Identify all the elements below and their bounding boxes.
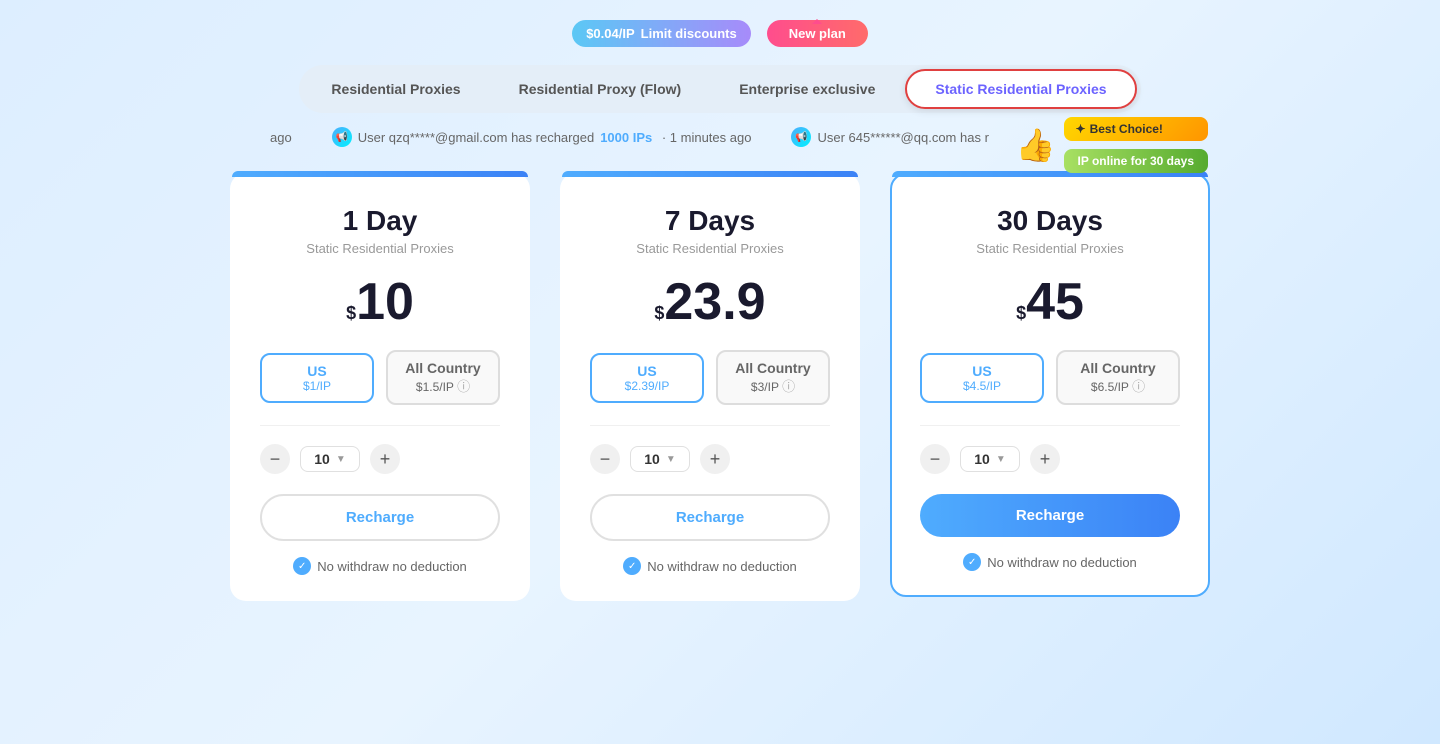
qty-value-7days: 10 xyxy=(644,451,660,467)
no-withdraw-7days: ✓ No withdraw no deduction xyxy=(590,557,830,575)
region-all-price-7days: $3/IP ⓘ xyxy=(732,376,814,395)
price-dollar-7days: $ xyxy=(654,303,664,324)
region-us-name-7days: US xyxy=(606,363,688,379)
region-all-name-7days: All Country xyxy=(732,360,814,376)
plan-subtitle-1day: Static Residential Proxies xyxy=(260,241,500,256)
tab-residential-proxies[interactable]: Residential Proxies xyxy=(303,71,488,107)
price-dollar-1day: $ xyxy=(346,303,356,324)
price-amount-1day: 10 xyxy=(356,276,414,328)
thumb-up-icon: 👍 xyxy=(1016,126,1056,164)
qty-arrow-7days[interactable]: ▼ xyxy=(666,454,676,465)
notif-text-2: User 645******@qq.com has r xyxy=(817,130,988,145)
tab-residential-flow[interactable]: Residential Proxy (Flow) xyxy=(491,71,710,107)
top-badges: $0.04/IP Limit discounts New plan xyxy=(572,20,868,47)
qty-row-30days: − 10 ▼ + xyxy=(920,425,1180,474)
recharge-btn-7days[interactable]: Recharge xyxy=(590,494,830,541)
featured-badges: 👍 ✦ Best Choice! IP online for 30 days xyxy=(1016,117,1208,173)
tab-static-residential[interactable]: Static Residential Proxies xyxy=(905,69,1136,109)
ip-online-badge: IP online for 30 days xyxy=(1064,149,1208,173)
region-row-30days: US $4.5/IP All Country $6.5/IP ⓘ xyxy=(920,350,1180,405)
qty-plus-1day[interactable]: + xyxy=(370,444,400,474)
plan-card-1day: 1 Day Static Residential Proxies $ 10 US… xyxy=(230,173,530,601)
plan-title-7days: 7 Days xyxy=(590,205,830,237)
notif-icon-2: 📢 xyxy=(791,127,811,147)
region-all-7days[interactable]: All Country $3/IP ⓘ xyxy=(716,350,830,405)
notif-item-1: ago xyxy=(270,127,292,147)
featured-badges-inner: 👍 ✦ Best Choice! IP online for 30 days xyxy=(1016,117,1208,173)
plan-price-30days: $ 45 xyxy=(920,276,1180,328)
plan-subtitle-30days: Static Residential Proxies xyxy=(920,241,1180,256)
star-icon: ✦ xyxy=(1076,122,1086,136)
qty-display-30days: 10 ▼ xyxy=(960,446,1020,472)
notif-text-1: User qzq*****@gmail.com has recharged xyxy=(358,130,594,145)
qty-display-7days: 10 ▼ xyxy=(630,446,690,472)
qty-display-1day: 10 ▼ xyxy=(300,446,360,472)
info-icon-7days[interactable]: ⓘ xyxy=(782,379,795,394)
region-all-name-1day: All Country xyxy=(402,360,484,376)
qty-plus-30days[interactable]: + xyxy=(1030,444,1060,474)
plan-card-30days: 👍 ✦ Best Choice! IP online for 30 days 3… xyxy=(890,173,1210,597)
region-all-1day[interactable]: All Country $1.5/IP ⓘ xyxy=(386,350,500,405)
recharge-btn-30days[interactable]: Recharge xyxy=(920,494,1180,537)
new-plan-label: New plan xyxy=(789,26,846,41)
region-us-name-1day: US xyxy=(276,363,358,379)
plan-subtitle-7days: Static Residential Proxies xyxy=(590,241,830,256)
qty-value-1day: 10 xyxy=(314,451,330,467)
qty-row-1day: − 10 ▼ + xyxy=(260,425,500,474)
plan-card-7days: 7 Days Static Residential Proxies $ 23.9… xyxy=(560,173,860,601)
notif-icon-1: 📢 xyxy=(332,127,352,147)
notif-item-2: 📢 User qzq*****@gmail.com has recharged … xyxy=(332,127,752,147)
discount-label: Limit discounts xyxy=(641,26,737,41)
plan-title-30days: 30 Days xyxy=(920,205,1180,237)
region-us-name-30days: US xyxy=(936,363,1028,379)
info-icon-1day[interactable]: ⓘ xyxy=(457,379,470,394)
price-amount-30days: 45 xyxy=(1026,276,1084,328)
region-us-price-7days: $2.39/IP xyxy=(606,379,688,393)
no-withdraw-30days: ✓ No withdraw no deduction xyxy=(920,553,1180,571)
qty-row-7days: − 10 ▼ + xyxy=(590,425,830,474)
no-withdraw-1day: ✓ No withdraw no deduction xyxy=(260,557,500,575)
plan-title-1day: 1 Day xyxy=(260,205,500,237)
qty-minus-1day[interactable]: − xyxy=(260,444,290,474)
plans-container: 1 Day Static Residential Proxies $ 10 US… xyxy=(230,173,1210,601)
best-choice-badge: ✦ Best Choice! xyxy=(1064,117,1208,141)
plan-price-7days: $ 23.9 xyxy=(590,276,830,328)
discount-price: $0.04/IP xyxy=(586,26,634,41)
recharge-btn-1day[interactable]: Recharge xyxy=(260,494,500,541)
qty-minus-7days[interactable]: − xyxy=(590,444,620,474)
tab-enterprise[interactable]: Enterprise exclusive xyxy=(711,71,903,107)
price-amount-7days: 23.9 xyxy=(664,276,765,328)
check-icon-30days: ✓ xyxy=(963,553,981,571)
plan-price-1day: $ 10 xyxy=(260,276,500,328)
region-all-30days[interactable]: All Country $6.5/IP ⓘ xyxy=(1056,350,1180,405)
region-us-price-30days: $4.5/IP xyxy=(936,379,1028,393)
qty-plus-7days[interactable]: + xyxy=(700,444,730,474)
region-us-30days[interactable]: US $4.5/IP xyxy=(920,353,1044,403)
check-icon-7days: ✓ xyxy=(623,557,641,575)
region-all-price-30days: $6.5/IP ⓘ xyxy=(1072,376,1164,395)
qty-arrow-1day[interactable]: ▼ xyxy=(336,454,346,465)
notif-text-ago: ago xyxy=(270,130,292,145)
price-dollar-30days: $ xyxy=(1016,303,1026,324)
notif-item-3: 📢 User 645******@qq.com has r xyxy=(791,127,988,147)
region-us-price-1day: $1/IP xyxy=(276,379,358,393)
badge-stack: ✦ Best Choice! IP online for 30 days xyxy=(1064,117,1208,173)
new-plan-badge[interactable]: New plan xyxy=(767,20,868,47)
discount-badge[interactable]: $0.04/IP Limit discounts xyxy=(572,20,751,47)
notif-highlight-1: 1000 IPs xyxy=(600,130,652,145)
info-icon-30days[interactable]: ⓘ xyxy=(1132,379,1145,394)
region-us-7days[interactable]: US $2.39/IP xyxy=(590,353,704,403)
notif-suffix-1: · 1 minutes ago xyxy=(658,130,751,145)
qty-arrow-30days[interactable]: ▼ xyxy=(996,454,1006,465)
page-wrapper: $0.04/IP Limit discounts New plan Reside… xyxy=(0,0,1440,744)
region-row-7days: US $2.39/IP All Country $3/IP ⓘ xyxy=(590,350,830,405)
region-row-1day: US $1/IP All Country $1.5/IP ⓘ xyxy=(260,350,500,405)
region-all-name-30days: All Country xyxy=(1072,360,1164,376)
region-all-price-1day: $1.5/IP ⓘ xyxy=(402,376,484,395)
check-icon-1day: ✓ xyxy=(293,557,311,575)
region-us-1day[interactable]: US $1/IP xyxy=(260,353,374,403)
qty-value-30days: 10 xyxy=(974,451,990,467)
qty-minus-30days[interactable]: − xyxy=(920,444,950,474)
tab-navigation: Residential Proxies Residential Proxy (F… xyxy=(299,65,1140,113)
